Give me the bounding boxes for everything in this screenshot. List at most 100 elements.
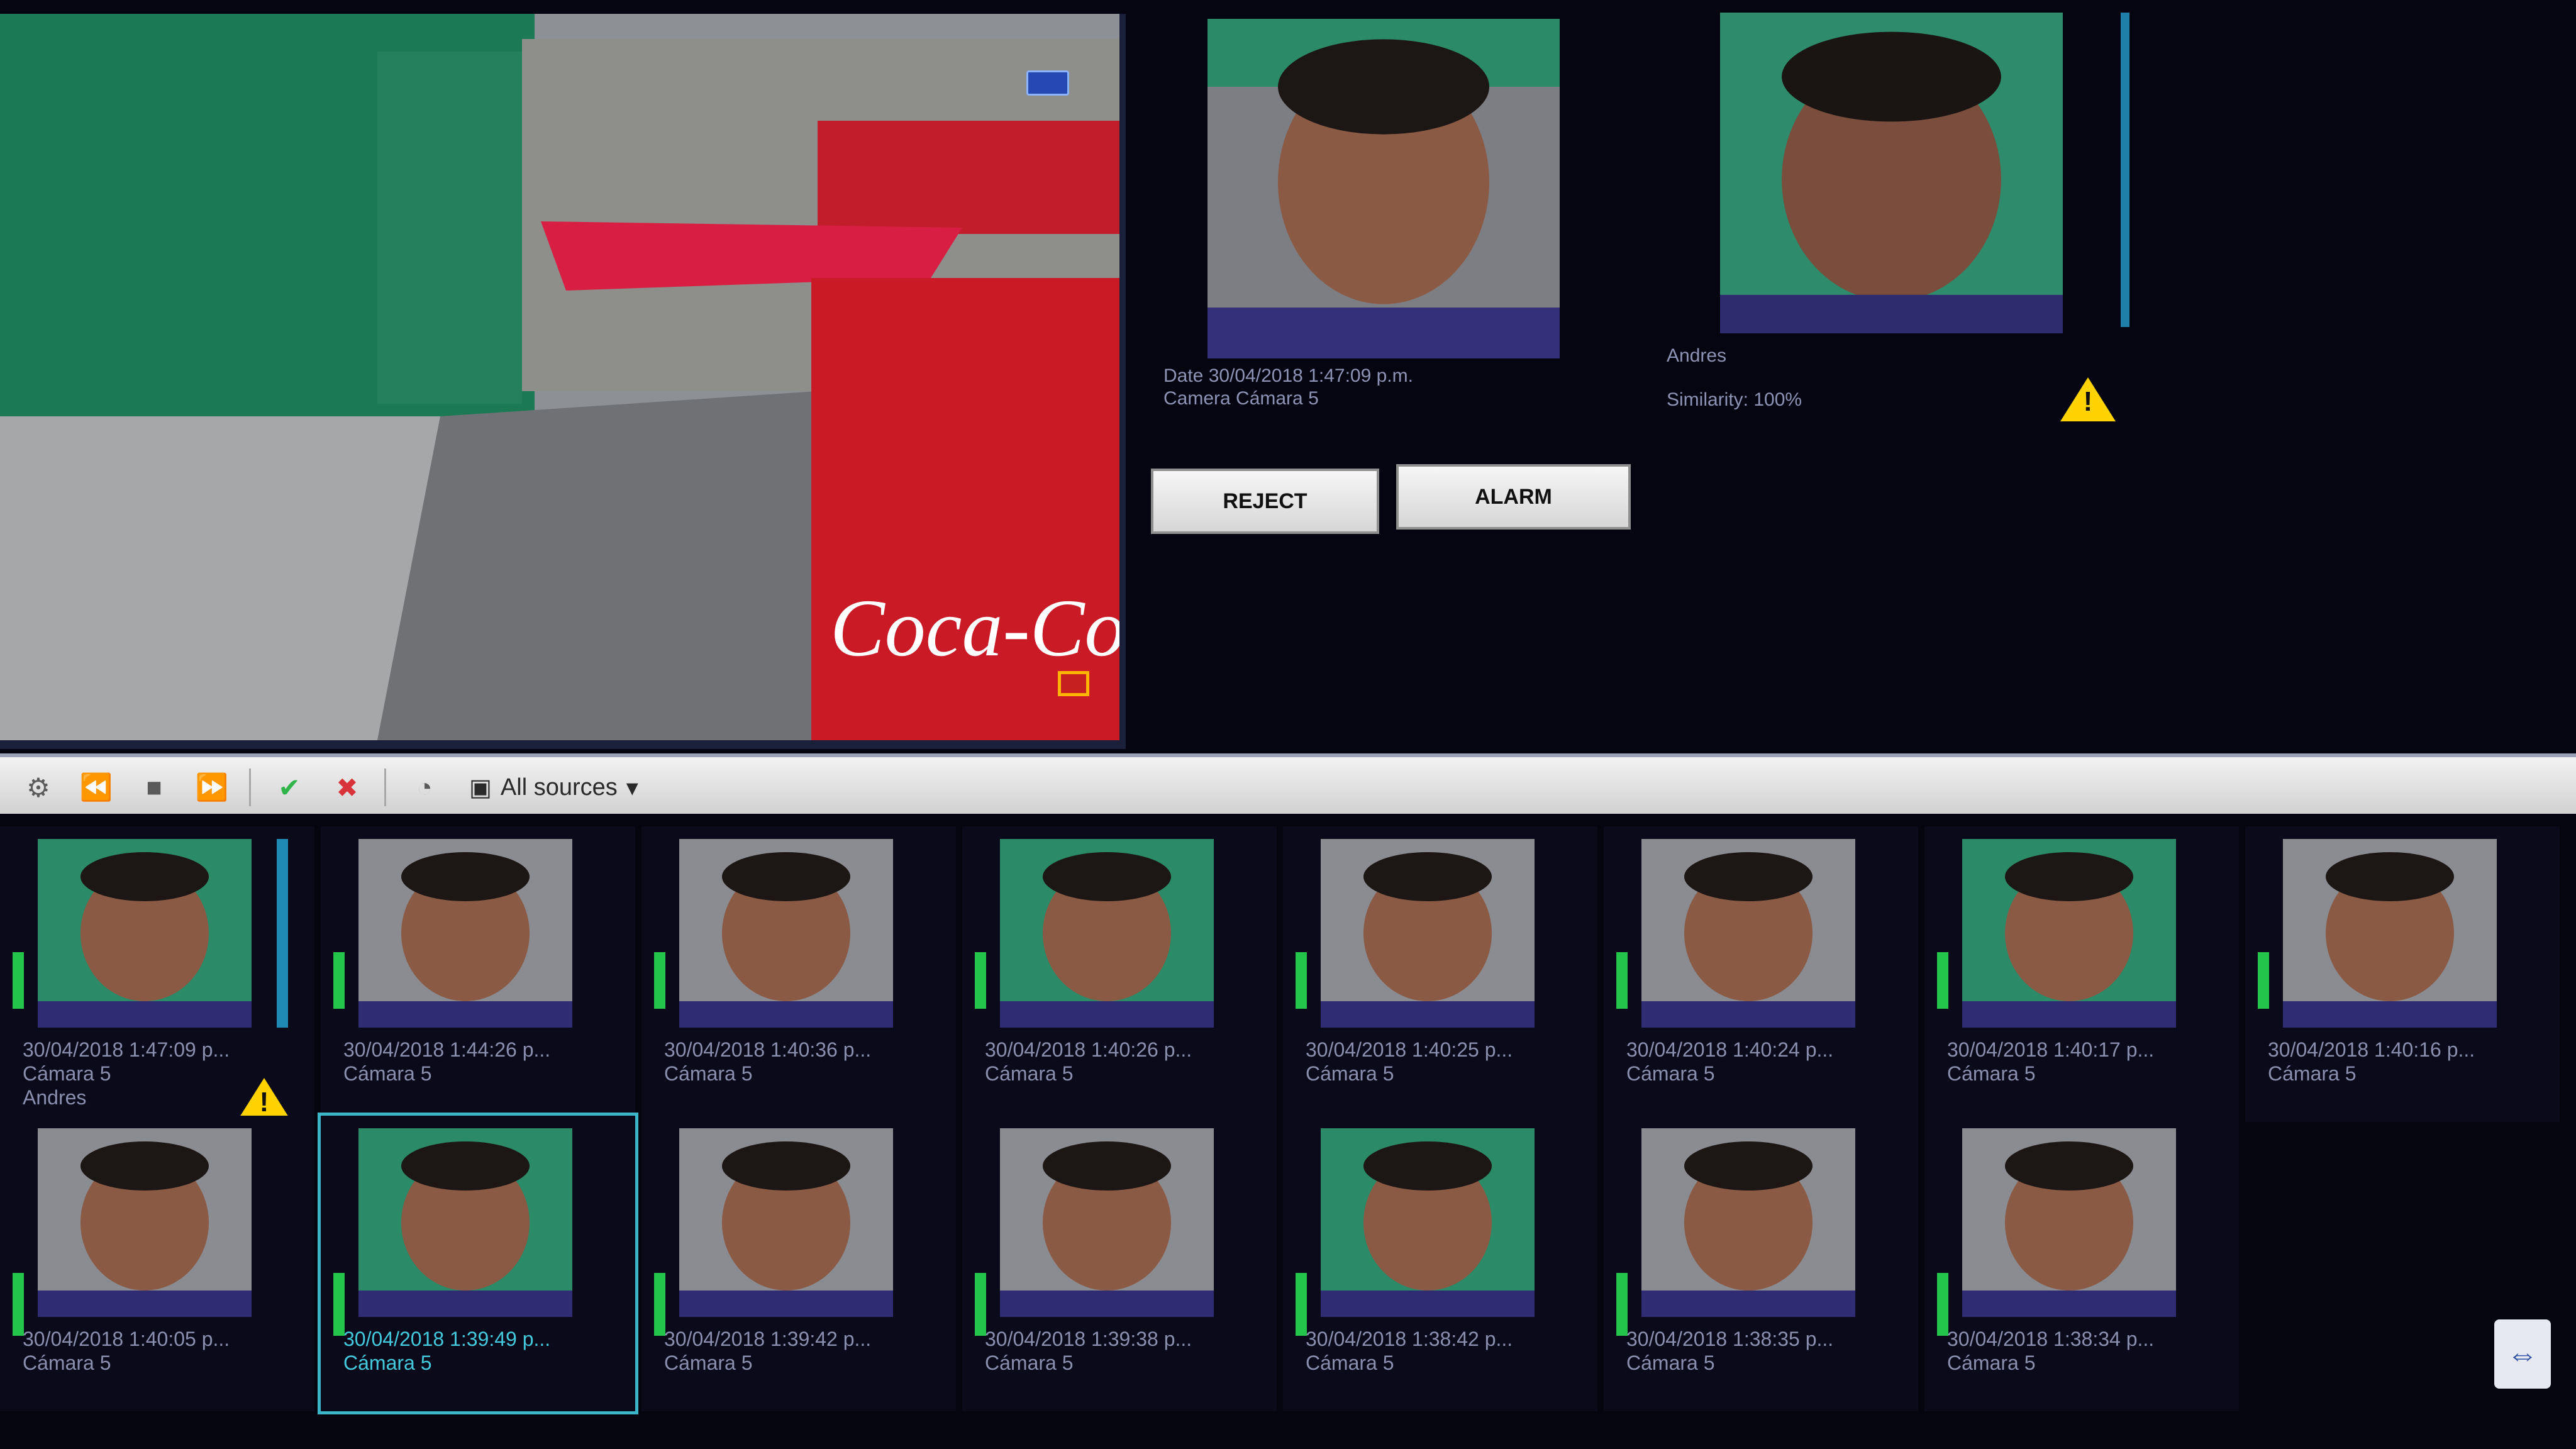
face-thumbnail-image (1962, 839, 2176, 1028)
event-caption: 30/04/2018 1:47:09 p... Cámara 5 Andres (23, 1038, 230, 1109)
event-time: 30/04/2018 1:39:49 p... (343, 1328, 551, 1350)
face-thumbnail-image (38, 839, 252, 1028)
event-camera: Cámara 5 (343, 1062, 432, 1085)
event-camera: Cámara 5 (985, 1352, 1074, 1374)
alarm-camera: Camera Cámara 5 (1163, 388, 1319, 409)
event-thumbnail-card[interactable]: 30/04/2018 1:40:05 p... Cámara 5 (0, 1116, 314, 1411)
event-thumbnail-card[interactable]: 30/04/2018 1:38:35 p... Cámara 5 (1604, 1116, 1918, 1411)
match-bar (277, 839, 288, 1028)
event-caption: 30/04/2018 1:38:35 p... Cámara 5 (1626, 1327, 1833, 1375)
level-indicator (975, 952, 986, 1009)
level-indicator (654, 952, 665, 1009)
face-thumbnail-image (1641, 1128, 1855, 1317)
event-thumbnail-card[interactable]: 30/04/2018 1:40:25 p... Cámara 5 (1283, 826, 1597, 1122)
face-thumbnail-image (1321, 1128, 1535, 1317)
event-time: 30/04/2018 1:40:17 p... (1947, 1038, 2155, 1061)
event-camera: Cámara 5 (23, 1352, 111, 1374)
level-indicator (1937, 1273, 1948, 1336)
event-camera: Cámara 5 (1626, 1062, 1715, 1085)
snapshot-icon[interactable]: ◔ (405, 768, 444, 807)
event-caption: 30/04/2018 1:44:26 p... Cámara 5 (343, 1038, 550, 1085)
fullscreen-icon[interactable]: ⇔ (2494, 1319, 2551, 1389)
event-thumbnail-card[interactable]: 30/04/2018 1:38:42 p... Cámara 5 (1283, 1116, 1597, 1411)
event-caption: 30/04/2018 1:40:17 p... Cámara 5 (1947, 1038, 2154, 1085)
event-name: Andres (23, 1086, 87, 1109)
event-time: 30/04/2018 1:40:24 p... (1626, 1038, 1834, 1061)
event-time: 30/04/2018 1:40:25 p... (1306, 1038, 1513, 1061)
camera-settings-icon[interactable]: ⚙ (19, 768, 58, 807)
face-thumbnail-image (358, 1128, 572, 1317)
event-time: 30/04/2018 1:47:09 p... (23, 1038, 230, 1061)
event-camera: Cámara 5 (664, 1352, 753, 1374)
event-time: 30/04/2018 1:38:34 p... (1947, 1328, 2155, 1350)
event-thumbnail-card[interactable]: 30/04/2018 1:40:24 p... Cámara 5 (1604, 826, 1918, 1122)
alarm-date: Date 30/04/2018 1:47:09 p.m. (1163, 365, 1413, 386)
video-camera-icon: ▣ (469, 774, 492, 801)
level-indicator (333, 1273, 345, 1336)
level-indicator (1616, 1273, 1628, 1336)
event-caption: 30/04/2018 1:40:26 p... Cámara 5 (985, 1038, 1192, 1085)
event-time: 30/04/2018 1:38:35 p... (1626, 1328, 1834, 1350)
event-time: 30/04/2018 1:40:36 p... (664, 1038, 872, 1061)
event-thumbnail-card[interactable]: 30/04/2018 1:40:26 p... Cámara 5 (962, 826, 1277, 1122)
face-thumbnail-image (679, 839, 893, 1028)
face-thumbnail-image (2283, 839, 2497, 1028)
level-indicator (1296, 952, 1307, 1009)
event-thumbnail-card[interactable]: 30/04/2018 1:39:38 p... Cámara 5 (962, 1116, 1277, 1411)
event-grid: 30/04/2018 1:47:09 p... Cámara 5 Andres! 30… (0, 814, 2576, 1449)
event-thumbnail-card[interactable]: 30/04/2018 1:39:49 p... Cámara 5 (318, 1113, 638, 1414)
event-time: 30/04/2018 1:39:38 p... (985, 1328, 1192, 1350)
event-time: 30/04/2018 1:39:42 p... (664, 1328, 872, 1350)
event-caption: 30/04/2018 1:39:49 p... Cámara 5 (343, 1327, 550, 1375)
event-thumbnail-card[interactable]: 30/04/2018 1:40:36 p... Cámara 5 (641, 826, 956, 1122)
event-time: 30/04/2018 1:40:26 p... (985, 1038, 1192, 1061)
event-caption: 30/04/2018 1:38:34 p... Cámara 5 (1947, 1327, 2154, 1375)
event-thumbnail-card[interactable]: 30/04/2018 1:44:26 p... Cámara 5 (321, 826, 635, 1122)
coca-cola-logo: Coca-Cola (830, 583, 1119, 674)
level-indicator (654, 1273, 665, 1336)
camera-indicator-icon (1026, 70, 1069, 96)
event-camera: Cámara 5 (1947, 1062, 2036, 1085)
event-thumbnail-card[interactable]: 30/04/2018 1:40:16 p... Cámara 5 (2245, 826, 2560, 1122)
source-label: All sources (500, 774, 618, 801)
similarity-score: Similarity: 100% (1667, 389, 1802, 410)
event-time: 30/04/2018 1:40:16 p... (2268, 1038, 2475, 1061)
event-camera: Cámara 5 (2268, 1062, 2357, 1085)
event-thumbnail-card[interactable]: 30/04/2018 1:38:34 p... Cámara 5 (1924, 1116, 2239, 1411)
event-camera: Cámara 5 (985, 1062, 1074, 1085)
event-camera: Cámara 5 (343, 1352, 432, 1374)
toolbar-divider (384, 769, 386, 806)
event-time: 30/04/2018 1:38:42 p... (1306, 1328, 1513, 1350)
live-camera-view[interactable]: Coca-Cola (0, 14, 1126, 749)
reject-icon[interactable]: ✖ (328, 768, 367, 807)
fast-forward-icon[interactable]: ⏩ (192, 768, 231, 807)
event-thumbnail-card[interactable]: 30/04/2018 1:47:09 p... Cámara 5 Andres! (0, 826, 314, 1122)
event-caption: 30/04/2018 1:40:25 p... Cámara 5 (1306, 1038, 1513, 1085)
event-thumbnail-card[interactable]: 30/04/2018 1:39:42 p... Cámara 5 (641, 1116, 956, 1411)
event-caption: 30/04/2018 1:38:42 p... Cámara 5 (1306, 1327, 1513, 1375)
event-time: 30/04/2018 1:40:05 p... (23, 1328, 230, 1350)
event-caption: 30/04/2018 1:39:42 p... Cámara 5 (664, 1327, 871, 1375)
event-camera: Cámara 5 (23, 1062, 111, 1085)
event-time: 30/04/2018 1:44:26 p... (343, 1038, 551, 1061)
reject-button[interactable]: REJECT (1151, 469, 1379, 534)
face-thumbnail-image (679, 1128, 893, 1317)
level-indicator (1296, 1273, 1307, 1336)
event-camera: Cámara 5 (1306, 1062, 1394, 1085)
alarm-button[interactable]: ALARM (1396, 464, 1631, 530)
face-thumbnail-image (1321, 839, 1535, 1028)
event-camera: Cámara 5 (1626, 1352, 1715, 1374)
level-indicator (333, 952, 345, 1009)
match-name: Andres (1667, 345, 1727, 366)
event-thumbnail-card[interactable]: 30/04/2018 1:40:17 p... Cámara 5 (1924, 826, 2239, 1122)
record-indicator-icon (1058, 671, 1089, 696)
source-dropdown[interactable]: ▣ All sources ▾ (469, 774, 638, 802)
face-thumbnail-image (1962, 1128, 2176, 1317)
watchlist-face-image (1720, 13, 2063, 333)
accept-icon[interactable]: ✔ (270, 768, 309, 807)
stop-icon[interactable]: ■ (135, 768, 174, 807)
event-camera: Cámara 5 (664, 1062, 753, 1085)
face-thumbnail-image (358, 839, 572, 1028)
rewind-icon[interactable]: ⏪ (77, 768, 116, 807)
level-indicator (1937, 952, 1948, 1009)
